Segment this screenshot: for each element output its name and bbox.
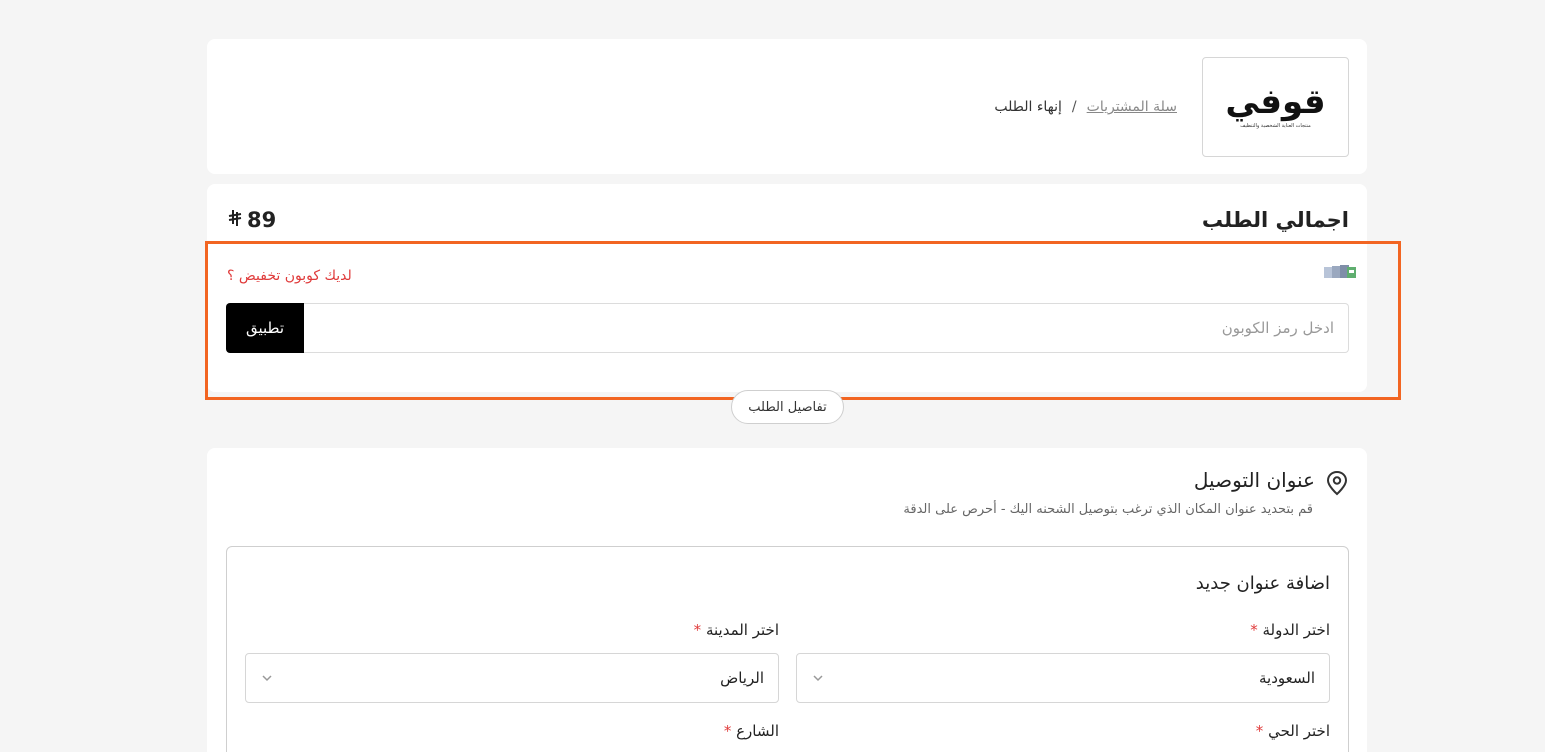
apply-coupon-button[interactable]: تطبيق: [226, 303, 304, 353]
riyal-symbol-icon: [228, 210, 242, 226]
delivery-address-card: عنوان التوصيل قم بتحديد عنوان المكان الذ…: [207, 448, 1367, 752]
coupon-question-link[interactable]: لديك كوبون تخفيض ؟: [227, 268, 352, 284]
street-label-text: الشارع: [736, 722, 779, 740]
order-summary-card: اجمالي الطلب 89 لديك كوبون تخفيض ؟ تطبيق: [207, 184, 1367, 392]
country-select[interactable]: السعودية: [796, 653, 1330, 703]
city-label-text: اختر المدينة: [705, 621, 779, 639]
breadcrumb-current: إنهاء الطلب: [994, 99, 1062, 115]
logo-tagline: منتجات العناية الشخصية والتنظيف: [1240, 123, 1311, 129]
order-total-amount: 89: [227, 208, 276, 232]
country-label: اختر الدولة *: [1250, 621, 1330, 639]
currency-symbol: [227, 208, 243, 232]
delivery-address-title: عنوان التوصيل: [1193, 468, 1315, 492]
new-address-form: اضافة عنوان جديد اختر الدولة * السعودية …: [226, 546, 1349, 752]
required-mark: *: [1250, 621, 1258, 639]
coupon-code-input[interactable]: [304, 303, 1349, 353]
coupon-form: تطبيق: [226, 303, 1349, 353]
order-details-button[interactable]: تفاصيل الطلب: [731, 390, 844, 424]
coupon-cards-icon: [1324, 265, 1356, 278]
country-select-value: السعودية: [1258, 669, 1315, 687]
store-logo[interactable]: قوفي منتجات العناية الشخصية والتنظيف: [1202, 57, 1349, 157]
location-pin-icon: [1326, 470, 1348, 496]
country-label-text: اختر الدولة: [1262, 621, 1330, 639]
street-label: الشارع *: [724, 722, 779, 740]
district-label: اختر الحي *: [1256, 722, 1330, 740]
total-value: 89: [247, 208, 277, 232]
breadcrumb: سلة المشتريات / إنهاء الطلب: [994, 99, 1177, 115]
city-select[interactable]: الرياض: [245, 653, 779, 703]
header-card: سلة المشتريات / إنهاء الطلب قوفي منتجات …: [207, 39, 1367, 174]
new-address-title: اضافة عنوان جديد: [1195, 573, 1330, 594]
order-total-title: اجمالي الطلب: [1201, 208, 1349, 232]
city-select-value: الرياض: [720, 669, 764, 687]
breadcrumb-cart-link[interactable]: سلة المشتريات: [1087, 99, 1177, 115]
logo-wordmark: قوفي: [1225, 82, 1326, 122]
chevron-down-icon: [262, 675, 272, 682]
delivery-address-subtitle: قم بتحديد عنوان المكان الذي ترغب بتوصيل …: [903, 502, 1313, 517]
city-label: اختر المدينة *: [694, 621, 779, 639]
district-label-text: اختر الحي: [1268, 722, 1330, 740]
required-mark: *: [1255, 722, 1264, 740]
chevron-down-icon: [813, 675, 823, 682]
breadcrumb-separator: /: [1071, 99, 1077, 115]
required-mark: *: [693, 621, 702, 639]
required-mark: *: [723, 722, 732, 740]
